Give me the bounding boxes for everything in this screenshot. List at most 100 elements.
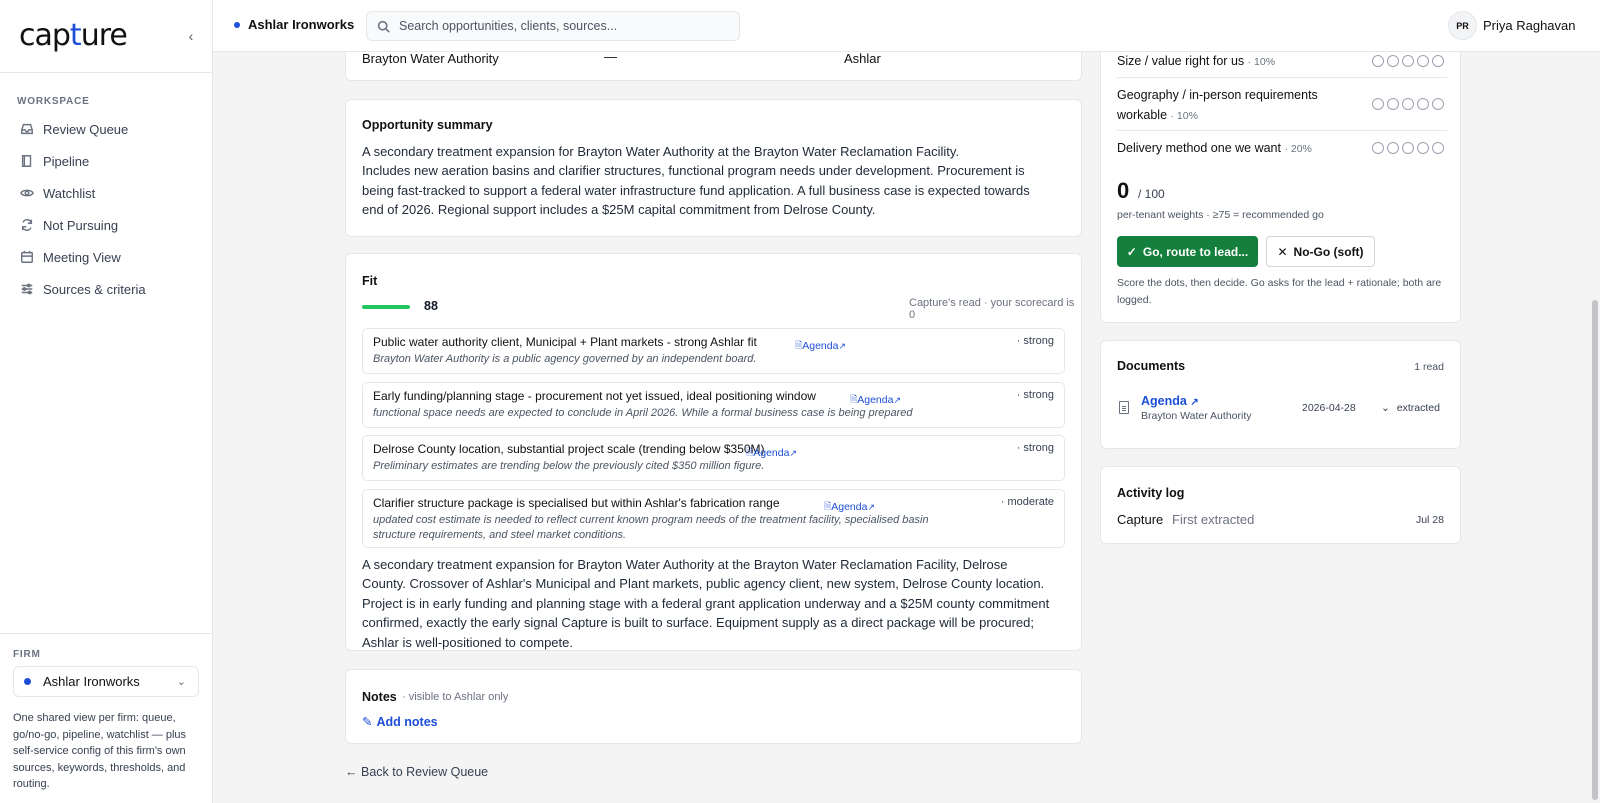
no-go-button[interactable]: ✕ No-Go (soft) [1266, 236, 1375, 267]
source-label: Agenda [802, 340, 839, 352]
rating-dot[interactable] [1432, 55, 1444, 67]
rating-dots [1372, 98, 1444, 110]
external-link-icon: ↗ [789, 447, 797, 458]
document-link[interactable]: Agenda ↗ [1141, 394, 1199, 408]
fit-reason-quote: updated cost estimate is needed to refle… [373, 514, 929, 541]
external-link-icon: ↗ [838, 340, 846, 351]
sidebar-item-label: Review Queue [43, 121, 129, 137]
document-date: 2026-04-28 [1302, 402, 1356, 414]
logo-row: capture ‹ [0, 0, 212, 73]
rating-dot[interactable] [1372, 142, 1384, 154]
sidebar-nav: Review Queue Pipeline Watchlist Not Purs… [9, 113, 204, 305]
firm-select[interactable]: Ashlar Ironworks ⌄ [13, 666, 199, 697]
rating-dot[interactable] [1402, 55, 1414, 67]
back-to-review-queue-link[interactable]: ← Back to Review Queue [345, 765, 488, 779]
capture-logo[interactable]: capture [19, 18, 128, 53]
eye-icon [20, 186, 34, 200]
rating-dot[interactable] [1387, 98, 1399, 110]
sidebar-item-label: Not Pursuing [43, 217, 119, 233]
document-status: extracted [1396, 402, 1440, 414]
fit-reason-quote: Preliminary estimates are trending below… [373, 460, 765, 472]
no-go-button-label: No-Go (soft) [1293, 244, 1364, 259]
rating-dot[interactable] [1402, 142, 1414, 154]
fit-reason-quote: functional space needs are expected to c… [373, 407, 913, 419]
rating-dot[interactable] [1372, 98, 1384, 110]
sidebar-item-meeting-view[interactable]: Meeting View [9, 241, 204, 273]
fit-reason-strength: · strong [1016, 442, 1054, 454]
sidebar-item-not-pursuing[interactable]: Not Pursuing [9, 209, 204, 241]
fit-reason-claim: Delrose County location, substantial pro… [373, 442, 765, 456]
rating-dot[interactable] [1417, 142, 1429, 154]
scorecard-out-of: / 100 [1138, 187, 1165, 201]
check-icon: ✓ [1126, 244, 1137, 259]
divider [1117, 77, 1447, 78]
criterion-label: Size / value right for us [1117, 54, 1245, 68]
topbar-firm-name: Ashlar Ironworks [248, 17, 355, 32]
external-link-icon: ↗ [867, 501, 875, 512]
rating-dot[interactable] [1372, 55, 1384, 67]
rating-dot[interactable] [1417, 55, 1429, 67]
documents-card: Documents 1 read Agenda ↗ Brayton Water … [1100, 340, 1461, 449]
topbar: Ashlar Ironworks PR Priya Raghavan [213, 0, 1600, 52]
pencil-icon: ✎ [362, 715, 373, 729]
scorecard-card: Size / value right for us · 10% Geograph… [1100, 20, 1461, 323]
add-notes-label: Add notes [376, 714, 438, 729]
criterion-label: Delivery method one we want [1117, 141, 1281, 155]
fit-reason-strength: · strong [1016, 389, 1054, 401]
topbar-firm: Ashlar Ironworks [234, 17, 354, 32]
book-icon [20, 154, 34, 168]
sidebar-item-watchlist[interactable]: Watchlist [9, 177, 204, 209]
sidebar-item-label: Pipeline [43, 153, 90, 169]
search-box[interactable] [366, 11, 740, 41]
rating-dot[interactable] [1402, 98, 1414, 110]
scrollbar-thumb[interactable] [1592, 300, 1598, 800]
sidebar-item-label: Meeting View [43, 249, 121, 265]
search-icon [377, 20, 390, 33]
scorecard-footer: Score the dots, then decide. Go asks for… [1117, 277, 1442, 306]
fit-score: 88 [424, 299, 438, 313]
rating-dot[interactable] [1387, 55, 1399, 67]
fit-reason-quote: Brayton Water Authority is a public agen… [373, 353, 757, 365]
rating-dot[interactable] [1432, 142, 1444, 154]
back-label: Back to Review Queue [360, 765, 489, 779]
arrow-left-icon: ← [345, 765, 358, 779]
document-client: Brayton Water Authority [1141, 410, 1252, 422]
sidebar-item-pipeline[interactable]: Pipeline [9, 145, 204, 177]
fit-reason-strength: · moderate [1000, 496, 1054, 508]
rating-dots [1372, 142, 1444, 154]
criterion-weight: · 10% [1247, 56, 1276, 68]
rating-dot[interactable] [1417, 98, 1429, 110]
activity-title: Activity log [1117, 486, 1185, 500]
firm-label: FIRM [13, 649, 41, 660]
firm-dot-icon [24, 678, 31, 685]
fit-reason-claim: Clarifier structure package is specialis… [373, 496, 780, 510]
sidebar-item-label: Sources & criteria [43, 281, 146, 297]
rating-dot[interactable] [1387, 142, 1399, 154]
opportunity-summary-card: Opportunity summary A secondary treatmen… [345, 99, 1082, 237]
go-route-to-lead-button[interactable]: ✓ Go, route to lead... [1117, 236, 1258, 267]
external-link-icon: ↗ [1190, 397, 1199, 408]
notes-title: Notes [362, 690, 397, 704]
divider [1117, 130, 1447, 131]
search-input[interactable] [399, 19, 719, 33]
fit-reason: Delrose County location, substantial pro… [362, 435, 1065, 481]
refresh-icon [20, 218, 34, 232]
chevron-down-icon: ⌄ [176, 676, 186, 688]
user-menu[interactable]: PR Priya Raghavan [1448, 11, 1576, 40]
sidebar-item-sources-criteria[interactable]: Sources & criteria [9, 273, 204, 305]
sidebar-item-review-queue[interactable]: Review Queue [9, 113, 204, 145]
firm-name: Ashlar [844, 51, 881, 66]
rating-dot[interactable] [1432, 98, 1444, 110]
client-name: Brayton Water Authority [362, 51, 499, 66]
avatar: PR [1448, 11, 1477, 40]
fit-reason: Clarifier structure package is specialis… [362, 489, 1065, 548]
fit-reason-claim: Public water authority client, Municipal… [373, 335, 757, 349]
add-notes-button[interactable]: ✎ Add notes [362, 714, 438, 730]
summary-line-2: Includes new aeration basins and clarifi… [362, 163, 1030, 218]
criterion-geography: Geography / in-person requirements worka… [1117, 85, 1357, 126]
document-status-toggle[interactable]: ⌄ extracted [1381, 402, 1440, 414]
summary-title: Opportunity summary [362, 118, 493, 132]
documents-title: Documents [1117, 359, 1186, 373]
collapse-sidebar-icon[interactable]: ‹ [183, 28, 199, 44]
fit-narrative: A secondary treatment expansion for Bray… [362, 557, 1050, 650]
